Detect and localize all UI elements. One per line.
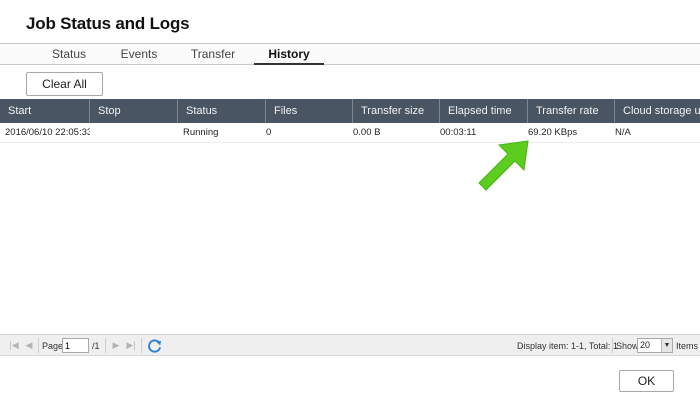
- clear-all-button[interactable]: Clear All: [26, 72, 103, 96]
- tab-history[interactable]: History: [254, 44, 324, 65]
- pagination-bar: |◀ ◀ Page /1 ▶ ▶| Display item: 1-1, Tot…: [0, 334, 700, 356]
- display-info: Display item: 1-1, Total: 1: [517, 341, 618, 351]
- next-page-icon[interactable]: ▶: [110, 339, 122, 351]
- cell-transfer-size: 0.00 B: [353, 127, 381, 138]
- cell-files: 0: [266, 127, 272, 138]
- pager-divider: [612, 338, 613, 353]
- column-header-start[interactable]: Start: [0, 99, 90, 123]
- first-page-icon[interactable]: |◀: [8, 339, 20, 351]
- column-header-files[interactable]: Files: [266, 99, 353, 123]
- tab-events[interactable]: Events: [110, 44, 168, 65]
- grid-header: Start Stop Status Files Transfer size El…: [0, 99, 700, 123]
- last-page-icon[interactable]: ▶|: [125, 339, 137, 351]
- page-label: Page: [42, 341, 64, 351]
- cell-status: Running: [183, 127, 219, 138]
- tab-bar: Status Events Transfer History: [0, 43, 700, 65]
- items-label: Items: [676, 341, 699, 351]
- dropdown-arrow-icon[interactable]: ▼: [661, 339, 672, 352]
- pager-divider: [141, 338, 142, 353]
- page-total: /1: [92, 341, 100, 351]
- tab-transfer[interactable]: Transfer: [183, 44, 243, 65]
- annotation-arrow-icon: [478, 140, 529, 191]
- items-per-page-value: 20: [640, 340, 651, 350]
- show-label: Show: [616, 341, 639, 351]
- prev-page-icon[interactable]: ◀: [23, 339, 35, 351]
- table-row[interactable]: 2016/06/10 22:05:33 Running 0 0.00 B 00:…: [0, 123, 700, 143]
- column-header-status[interactable]: Status: [178, 99, 266, 123]
- cell-start: 2016/06/10 22:05:33: [5, 127, 90, 138]
- items-per-page-select[interactable]: 20 ▼: [637, 338, 673, 353]
- column-header-elapsed-time[interactable]: Elapsed time: [440, 99, 528, 123]
- ok-button[interactable]: OK: [619, 370, 674, 392]
- column-header-transfer-rate[interactable]: Transfer rate: [528, 99, 615, 123]
- cell-cloud-storage: N/A: [615, 127, 631, 138]
- pager-divider: [38, 338, 39, 353]
- column-header-cloud-storage[interactable]: Cloud storage us...: [615, 99, 700, 123]
- cell-stop: [90, 123, 178, 143]
- refresh-icon[interactable]: [147, 338, 162, 353]
- page-number-input[interactable]: [62, 338, 89, 353]
- column-header-stop[interactable]: Stop: [90, 99, 178, 123]
- pager-divider: [105, 338, 106, 353]
- column-header-transfer-size[interactable]: Transfer size: [353, 99, 440, 123]
- tab-status[interactable]: Status: [40, 44, 98, 65]
- dialog-title: Job Status and Logs: [26, 14, 190, 33]
